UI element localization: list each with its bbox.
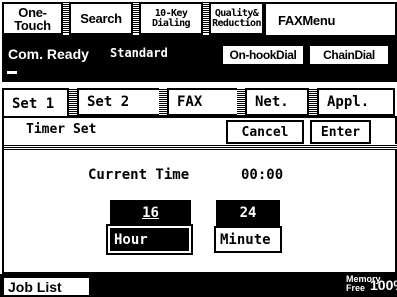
tab-quality-reduction[interactable]: Quality& Reduction — [209, 2, 264, 35]
tab-10-key-label-1: 10-Key — [154, 7, 188, 19]
status-text: Com. Ready — [8, 46, 89, 62]
tab-divider — [159, 88, 167, 116]
minute-button[interactable]: Minute — [214, 226, 282, 253]
menu-tab-fax[interactable]: FAX — [167, 88, 243, 116]
tab-divider — [237, 88, 245, 116]
status-cursor — [7, 71, 17, 74]
cancel-button[interactable]: Cancel — [226, 120, 304, 144]
page-title: Timer Set — [26, 122, 97, 137]
tab-10-key-label-2: Dialing — [152, 17, 191, 29]
minute-value-text: 24 — [239, 205, 257, 221]
tab-one-touch[interactable]: One-Touch — [2, 2, 63, 35]
menu-tab-set-2-label: Set 2 — [87, 94, 130, 110]
menu-tab-set-1[interactable]: Set 1 — [2, 88, 69, 118]
menu-tab-net[interactable]: Net. — [245, 88, 309, 116]
minute-value: 24 — [216, 200, 280, 226]
tab-divider — [69, 88, 77, 116]
tab-divider — [309, 88, 317, 116]
chain-dial-button[interactable]: ChainDial — [308, 44, 390, 66]
menu-tab-appl[interactable]: Appl. — [317, 88, 395, 116]
menu-tab-net-label: Net. — [255, 94, 289, 110]
memory-percent: 100% — [370, 277, 397, 293]
panel-divider — [4, 144, 397, 150]
job-list-button[interactable]: Job List — [2, 276, 91, 297]
menu-tab-set-1-label: Set 1 — [12, 96, 55, 112]
current-time-value: 00:00 — [241, 167, 284, 183]
hour-value: 16 — [110, 200, 191, 226]
hour-value-text: 16 — [142, 205, 159, 221]
tab-10-key-dialing[interactable]: 10-Key Dialing — [139, 2, 203, 35]
tab-fax-menu[interactable]: FAXMenu — [264, 2, 397, 37]
tab-one-touch-label: One-Touch — [14, 4, 51, 33]
menu-tab-fax-label: FAX — [177, 94, 203, 110]
tab-fax-menu-label: FAXMenu — [278, 13, 336, 28]
status-mode: Standard — [110, 46, 168, 60]
tab-search[interactable]: Search — [69, 2, 133, 35]
hour-button[interactable]: Hour — [106, 224, 193, 255]
tab-search-label: Search — [80, 11, 122, 26]
enter-button[interactable]: Enter — [310, 120, 371, 144]
on-hook-dial-button[interactable]: On-hookDial — [221, 44, 305, 66]
tab-quality-label-1: Quality& — [214, 7, 259, 19]
tab-quality-label-2: Reduction — [212, 17, 261, 29]
current-time-label: Current Time — [88, 167, 190, 183]
menu-tab-set-2[interactable]: Set 2 — [77, 88, 163, 116]
menu-tab-appl-label: Appl. — [327, 94, 370, 110]
